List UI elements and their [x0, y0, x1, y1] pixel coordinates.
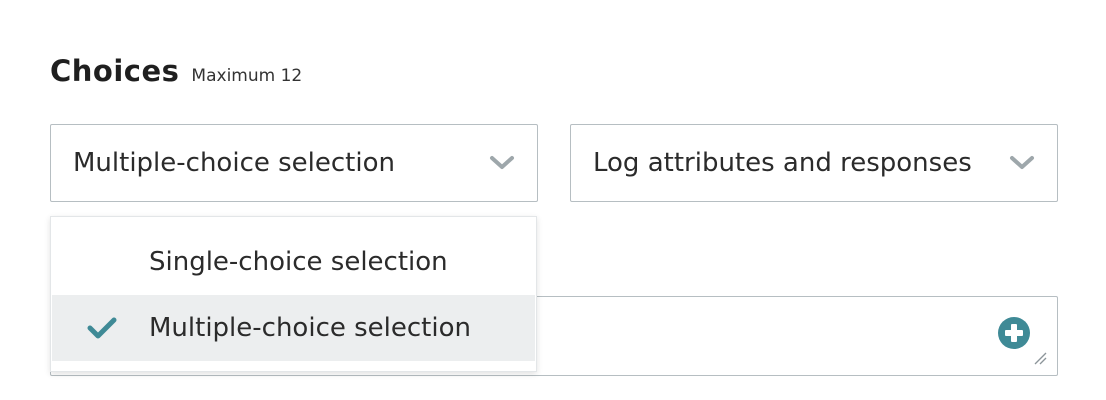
selection-type-select[interactable]: Multiple-choice selection — [50, 124, 538, 202]
selection-type-dropdown-menu: Single-choice selection Multiple-choice … — [50, 216, 537, 372]
option-label: Single-choice selection — [149, 247, 448, 277]
option-multiple-choice[interactable]: Multiple-choice selection — [52, 295, 535, 361]
logging-value: Log attributes and responses — [593, 148, 972, 178]
resize-handle-icon[interactable] — [1032, 350, 1048, 366]
logging-select[interactable]: Log attributes and responses — [570, 124, 1058, 202]
section-title: Choices — [50, 54, 180, 88]
option-single-choice[interactable]: Single-choice selection — [52, 229, 535, 295]
chevron-down-icon — [490, 156, 514, 169]
plus-circle-icon[interactable] — [997, 316, 1031, 350]
section-heading: Choices Maximum 12 — [50, 54, 302, 88]
option-label: Multiple-choice selection — [149, 313, 471, 343]
section-subtitle: Maximum 12 — [191, 66, 303, 86]
choices-panel: Choices Maximum 12 Multiple-choice selec… — [0, 0, 1106, 400]
chevron-down-icon — [1010, 156, 1034, 169]
selection-type-value: Multiple-choice selection — [73, 148, 395, 178]
check-icon — [87, 317, 117, 339]
